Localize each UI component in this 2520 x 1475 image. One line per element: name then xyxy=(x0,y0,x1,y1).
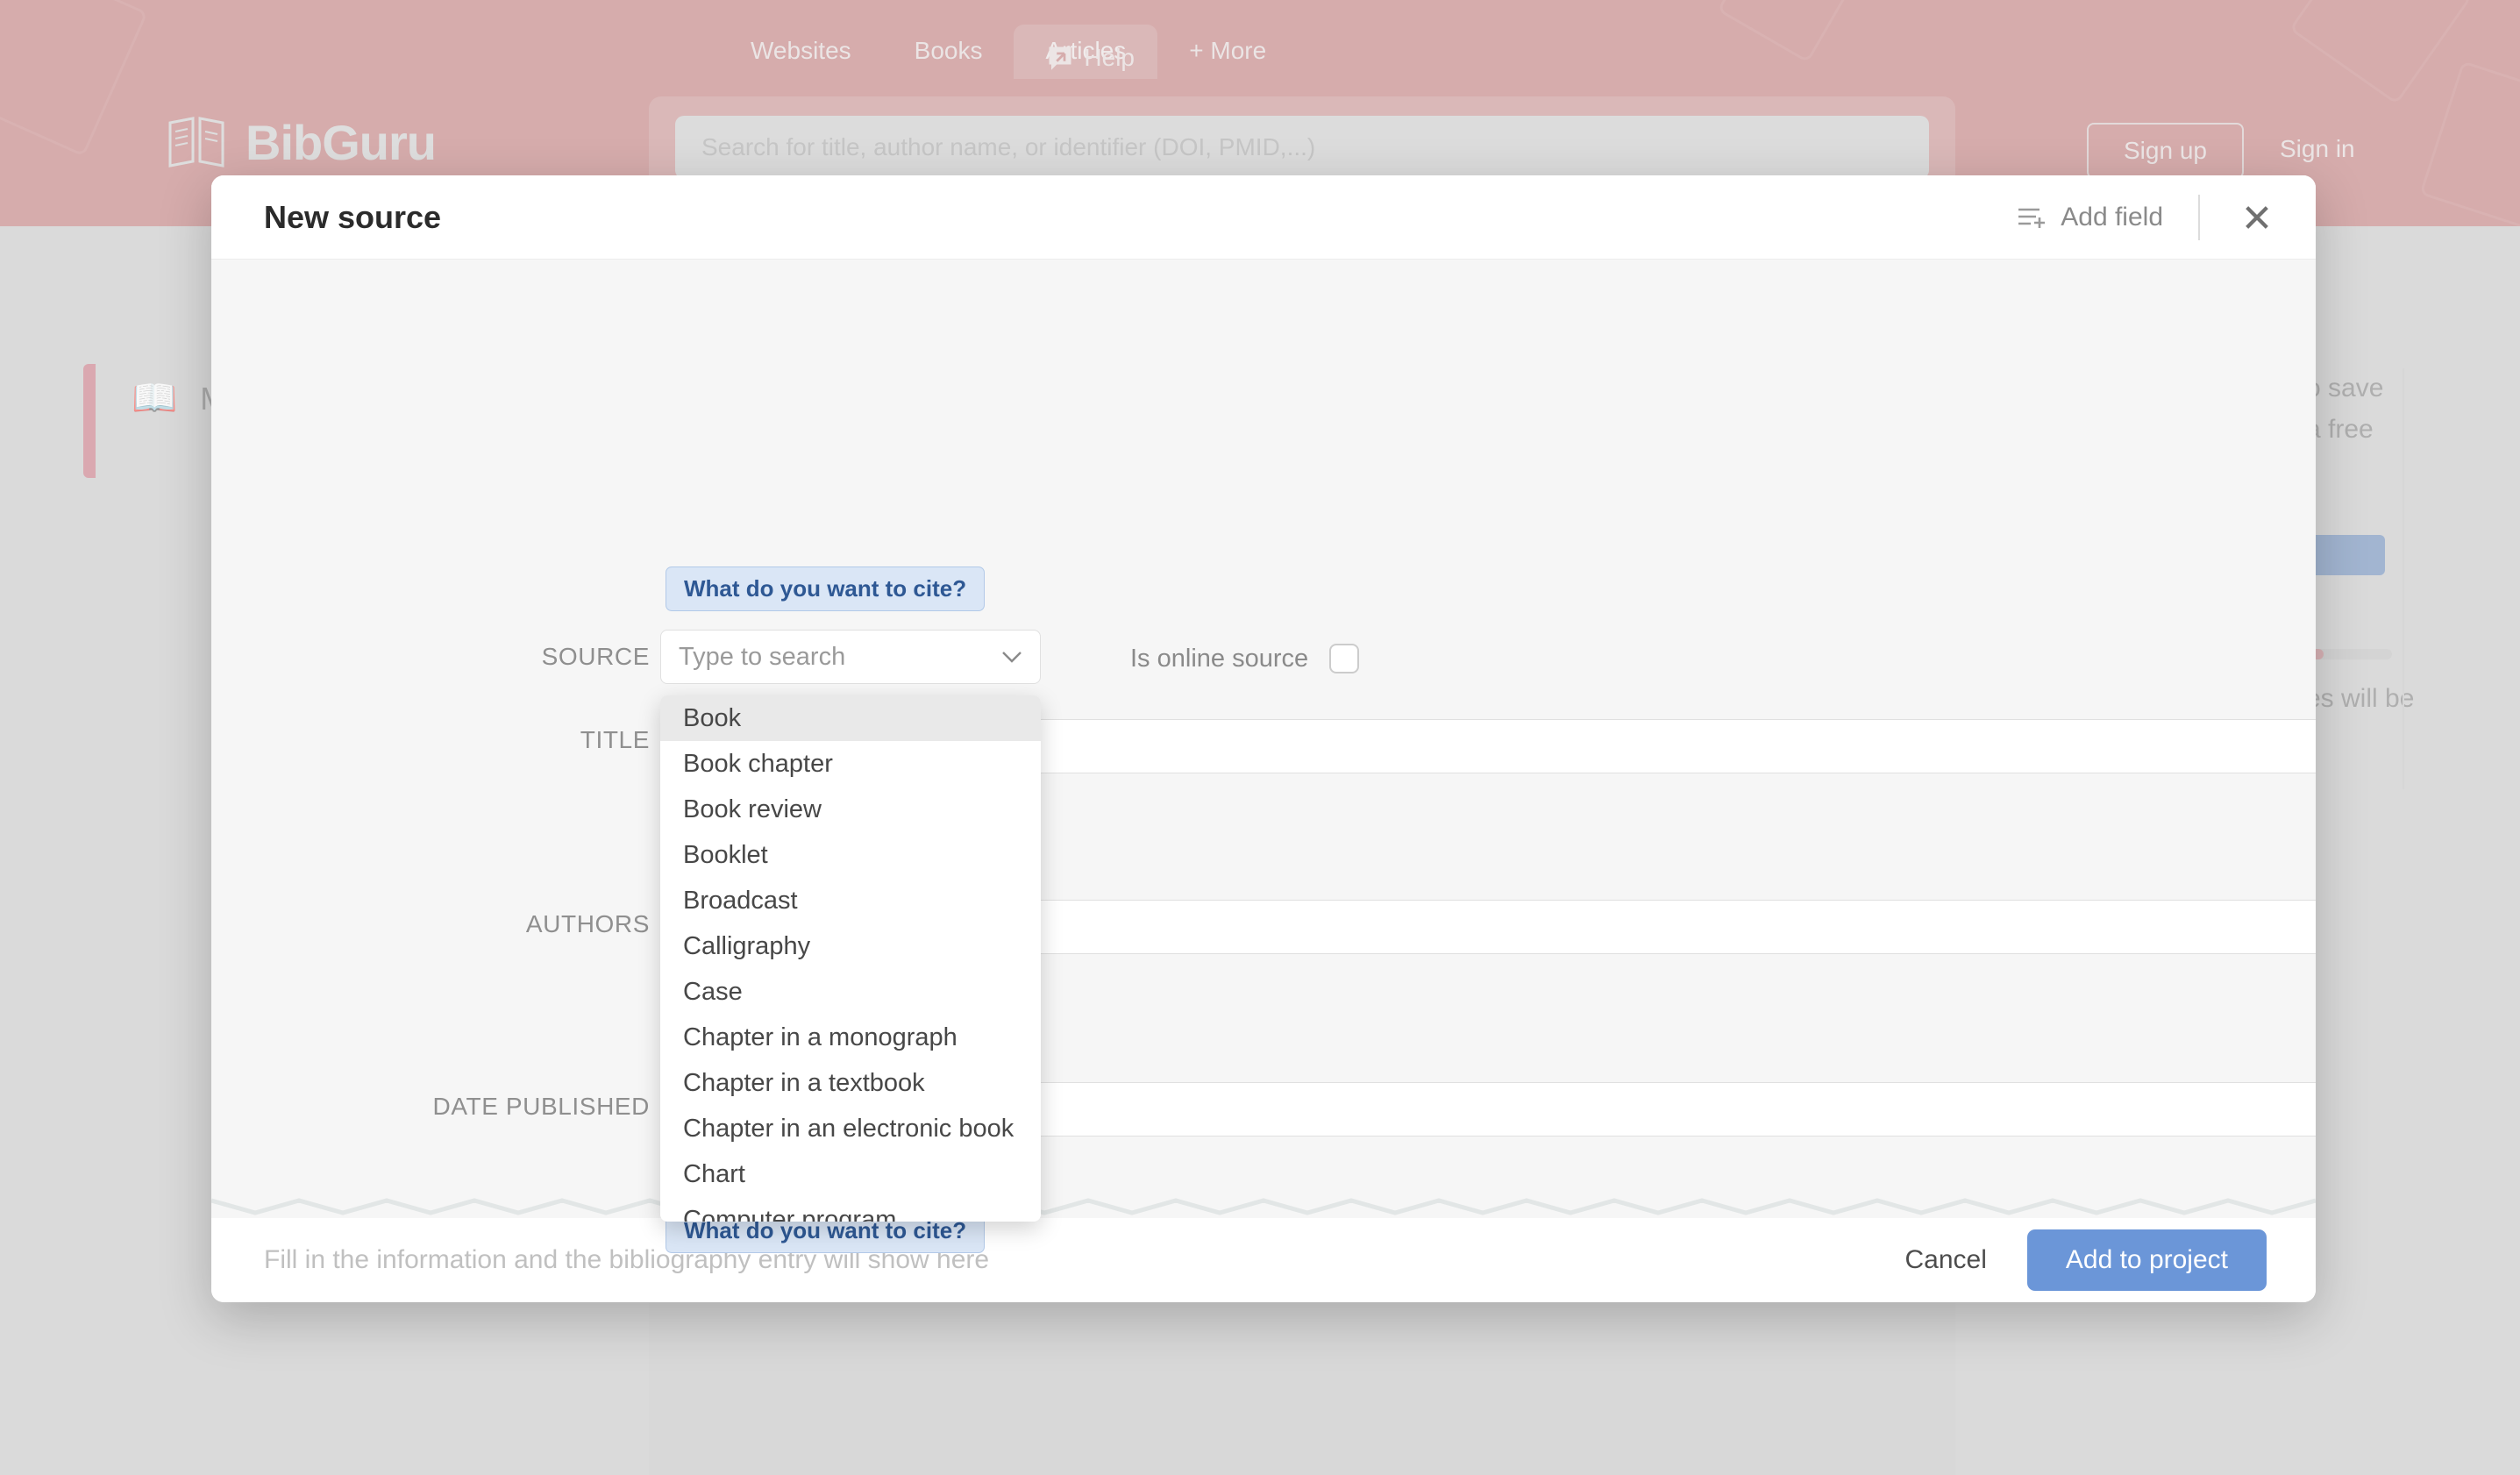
dropdown-option[interactable]: Chapter in a textbook xyxy=(660,1060,1041,1106)
zigzag-divider xyxy=(211,1198,2316,1215)
authors-label: AUTHORS xyxy=(525,910,650,937)
modal-title: New source xyxy=(264,198,442,235)
dropdown-option[interactable]: Chapter in an electronic book xyxy=(660,1106,1041,1151)
is-online-source-checkbox[interactable] xyxy=(1329,644,1360,673)
modal-body: What do you want to cite? What do you wa… xyxy=(211,260,2316,1302)
is-online-source-label: Is online source xyxy=(1130,644,1309,673)
source-select[interactable]: Type to search xyxy=(660,630,1041,684)
dropdown-option[interactable]: Book review xyxy=(660,787,1041,832)
dropdown-option[interactable]: Calligraphy xyxy=(660,923,1041,969)
close-icon xyxy=(2246,205,2268,229)
dropdown-option[interactable]: Chart xyxy=(660,1151,1041,1197)
close-button[interactable] xyxy=(2200,203,2316,232)
modal-header-actions: Add field xyxy=(2017,194,2316,240)
source-label: SOURCE xyxy=(541,643,650,670)
dropdown-option[interactable]: Case xyxy=(660,969,1041,1015)
add-field-icon xyxy=(2018,208,2046,228)
add-field-button[interactable]: Add field xyxy=(2017,203,2198,232)
dropdown-option[interactable]: Book xyxy=(660,695,1041,741)
dropdown-option[interactable]: Chapter in a monograph xyxy=(660,1015,1041,1060)
modal-footer-actions: Cancel Add to project xyxy=(1904,1229,2316,1291)
dropdown-option[interactable]: Book chapter xyxy=(660,741,1041,787)
cancel-button[interactable]: Cancel xyxy=(1904,1245,1986,1275)
dropdown-option[interactable]: Booklet xyxy=(660,832,1041,878)
chevron-down-icon xyxy=(1002,652,1022,663)
cite-hint-badge: What do you want to cite? xyxy=(666,566,986,611)
modal-header: New source Add field xyxy=(211,175,2316,260)
is-online-source-row[interactable]: Is online source xyxy=(1130,644,1360,673)
modal-footer: Fill in the information and the bibliogr… xyxy=(211,1218,2316,1302)
dropdown-option[interactable]: Computer program xyxy=(660,1197,1041,1222)
title-label: TITLE xyxy=(580,726,650,753)
add-to-project-button[interactable]: Add to project xyxy=(2026,1229,2267,1291)
date-published-label: DATE PUBLISHED xyxy=(432,1093,650,1120)
source-type-dropdown[interactable]: Book Book chapter Book review Booklet Br… xyxy=(660,695,1041,1222)
add-field-label: Add field xyxy=(2061,202,2163,232)
dropdown-option[interactable]: Broadcast xyxy=(660,878,1041,923)
source-select-placeholder: Type to search xyxy=(679,642,846,671)
new-source-modal: New source Add field What do you want to… xyxy=(211,175,2316,1302)
